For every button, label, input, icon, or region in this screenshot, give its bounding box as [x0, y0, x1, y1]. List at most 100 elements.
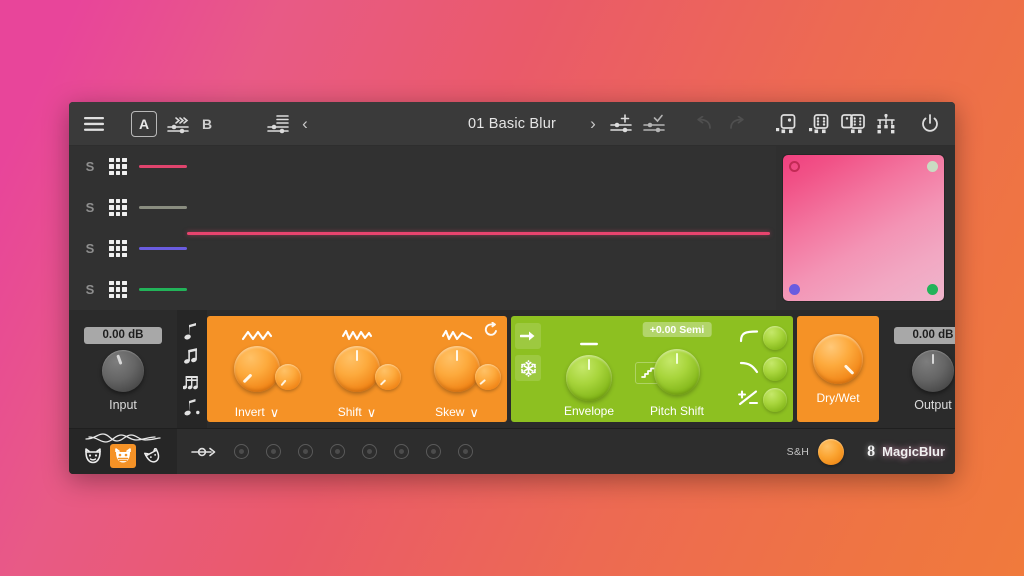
preset-slot[interactable] [266, 444, 281, 459]
preset-slot[interactable] [426, 444, 441, 459]
sample-hold-group: S&H 8 MagicBlur [787, 429, 955, 474]
wave-triangle-icon [241, 329, 273, 345]
invert-footer: Invert ∨ [207, 405, 307, 419]
middle-section: S S S S [69, 146, 955, 310]
note-dotted-eighth-icon[interactable] [180, 397, 204, 417]
brand-name: MagicBlur [882, 444, 945, 459]
freeze-button[interactable] [515, 355, 541, 381]
hamburger-menu-icon[interactable] [79, 109, 109, 139]
input-section: 0.00 dB Input [69, 310, 177, 428]
lane-solo-button[interactable]: S [83, 200, 97, 215]
bipolar-row [721, 388, 787, 412]
input-value[interactable]: 0.00 dB [84, 327, 162, 344]
cat-mode-group [69, 429, 177, 474]
grid-matrix-icon[interactable] [109, 240, 127, 258]
bottom-bar: S&H 8 MagicBlur [69, 428, 955, 474]
randomize-spread-icon[interactable] [871, 109, 901, 139]
brand-logo[interactable]: 8 MagicBlur [857, 443, 945, 461]
preset-name-display[interactable]: 01 Basic Blur [412, 116, 612, 132]
shift-label: Shift [338, 405, 362, 419]
release-curve-knob[interactable] [763, 357, 787, 381]
trigger-arrow-button[interactable] [515, 323, 541, 349]
note-eighth-icon[interactable] [180, 321, 204, 341]
undo-arrow-icon[interactable] [689, 109, 719, 139]
shift-knob[interactable] [334, 346, 380, 392]
preset-slot-row: S&H 8 MagicBlur [177, 429, 955, 474]
preset-slot[interactable] [458, 444, 473, 459]
lane-row[interactable]: S [69, 187, 776, 228]
skew-dropdown-chevron-down-icon[interactable]: ∨ [469, 406, 479, 419]
grid-matrix-icon[interactable] [109, 199, 127, 217]
preset-slot[interactable] [394, 444, 409, 459]
lane-row[interactable]: S [69, 146, 776, 187]
preset-slot[interactable] [362, 444, 377, 459]
shift-dropdown-chevron-down-icon[interactable]: ∨ [367, 406, 377, 419]
preset-slot[interactable] [330, 444, 345, 459]
grid-matrix-icon[interactable] [109, 158, 127, 176]
wave-skew-icon [441, 329, 473, 345]
drywet-knob[interactable] [813, 334, 863, 384]
shift-knob-group: Shift ∨ [307, 316, 407, 422]
redo-arrow-icon[interactable] [722, 109, 752, 139]
lane-color-swatch[interactable] [139, 288, 187, 291]
skew-amount-knob[interactable] [475, 364, 501, 390]
skew-knob-group: Skew ∨ [407, 316, 507, 422]
waveform-icon [83, 431, 163, 450]
skew-label: Skew [435, 405, 464, 419]
corner-b-handle[interactable] [927, 161, 938, 172]
output-value[interactable]: 0.00 dB [894, 327, 955, 344]
note-beamed-sixteenth-icon[interactable] [180, 372, 204, 392]
copy-a-to-b-icon[interactable] [163, 109, 193, 139]
preset-list-icon[interactable] [263, 109, 293, 139]
skew-knob[interactable] [434, 346, 480, 392]
lane-color-swatch[interactable] [139, 247, 187, 250]
corner-d-handle[interactable] [927, 284, 938, 295]
bipolar-knob[interactable] [763, 388, 787, 412]
rhythm-note-strip [177, 310, 207, 428]
invert-amount-knob[interactable] [275, 364, 301, 390]
prev-preset-button[interactable]: ‹ [295, 114, 315, 134]
lane-row[interactable]: S [69, 228, 776, 269]
preset-slot[interactable] [298, 444, 313, 459]
envelope-knob[interactable] [566, 355, 612, 401]
pitch-shift-knob-group: +0.00 Semi Pitch Shift [633, 316, 721, 422]
lane-row[interactable]: S [69, 269, 776, 310]
xy-morph-pad[interactable] [782, 154, 945, 302]
lane-solo-button[interactable]: S [83, 159, 97, 174]
output-gain-knob[interactable] [912, 350, 954, 392]
grid-matrix-icon[interactable] [109, 281, 127, 299]
toolbar-right-group: › [583, 109, 955, 139]
output-section: 0.00 dB Output [879, 310, 955, 428]
dice-six-icon[interactable] [805, 109, 835, 139]
shift-footer: Shift ∨ [307, 405, 407, 419]
shift-amount-knob[interactable] [375, 364, 401, 390]
ab-slot-a-button[interactable]: A [131, 111, 157, 137]
corner-a-handle[interactable] [789, 161, 800, 172]
envelope-knob-group: Envelope [545, 316, 633, 422]
sample-hold-knob[interactable] [818, 439, 844, 465]
ab-slot-b-button[interactable]: B [195, 116, 219, 132]
lane-color-swatch[interactable] [139, 165, 187, 168]
drywet-label: Dry/Wet [816, 391, 859, 405]
invert-knob[interactable] [234, 346, 280, 392]
note-beamed-eighth-icon[interactable] [180, 346, 204, 366]
double-dice-icon[interactable] [838, 109, 868, 139]
lane-color-swatch[interactable] [139, 206, 187, 209]
lane-solo-button[interactable]: S [83, 282, 97, 297]
dice-one-icon[interactable] [772, 109, 802, 139]
input-gain-knob[interactable] [102, 350, 144, 392]
preset-slot[interactable] [234, 444, 249, 459]
brand-mark-icon: 8 [867, 443, 875, 461]
invert-dropdown-chevron-down-icon[interactable]: ∨ [270, 406, 280, 419]
check-preset-icon[interactable] [639, 109, 669, 139]
pitch-shift-knob[interactable] [654, 349, 700, 395]
pitch-shift-value[interactable]: +0.00 Semi [643, 322, 712, 337]
attack-curve-knob[interactable] [763, 326, 787, 350]
power-icon[interactable] [915, 109, 945, 139]
dash-icon [579, 337, 599, 351]
pitch-shift-label: Pitch Shift [633, 404, 721, 418]
corner-c-handle[interactable] [789, 284, 800, 295]
xy-pad-container [776, 146, 955, 310]
lane-solo-button[interactable]: S [83, 241, 97, 256]
signal-route-icon[interactable] [191, 446, 217, 458]
